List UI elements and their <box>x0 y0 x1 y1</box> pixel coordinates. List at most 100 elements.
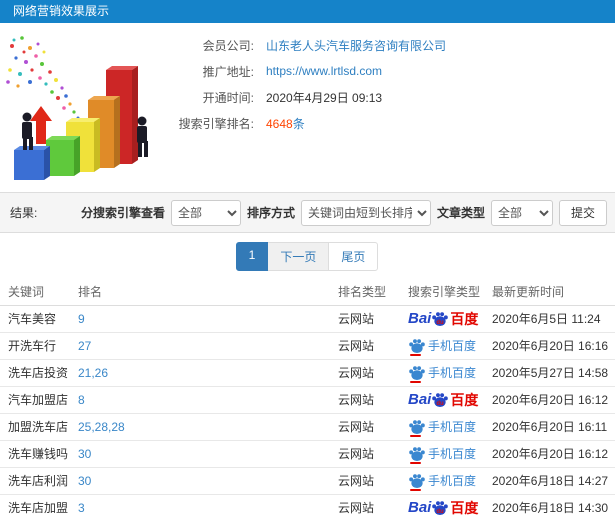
info-value: 山东老人头汽车服务咨询有限公司 <box>266 37 446 54</box>
paw-underline <box>410 435 421 437</box>
rank-type-cell: 云网站 <box>338 359 408 387</box>
bar-blue <box>14 146 50 180</box>
info-label: 搜索引擎排名: <box>178 116 254 131</box>
mobile-baidu-paw <box>408 472 425 491</box>
table-row: 洗车店利润 30 云网站 手机百度 2020年6月18日 14:27 <box>0 467 615 495</box>
mobile-baidu-label: 手机百度 <box>428 366 477 380</box>
updated-cell: 2020年5月27日 14:58 <box>492 359 615 387</box>
rank-count-unit-link[interactable]: 条 <box>293 117 305 131</box>
baidu-logo: Bai du 百度 <box>408 391 478 408</box>
keyword-cell: 洗车赚钱吗 <box>0 440 78 468</box>
baidu-logo-bai: Bai <box>408 310 432 327</box>
keyword-cell: 汽车加盟店 <box>0 386 78 414</box>
rank-cell: 8 <box>78 386 338 414</box>
info-row: 搜索引擎排名: 4648条 <box>170 110 615 136</box>
rank-type-cell: 云网站 <box>338 440 408 468</box>
table-header-row: 关键词 排名 排名类型 搜索引擎类型 最新更新时间 <box>0 279 615 306</box>
info-value: 2020年4月29日 09:13 <box>266 89 382 106</box>
rank-link[interactable]: 3 <box>78 501 85 515</box>
baidu-logo-cn: 百度 <box>450 499 479 516</box>
baidu-logo: Bai du 百度 <box>408 310 478 327</box>
baidu-logo-bai: Bai <box>408 391 432 408</box>
baidu-logo-bai: Bai <box>408 499 432 516</box>
sort-select[interactable]: 关键词由短到长排序 <box>300 199 431 226</box>
filter-controls: 分搜索引擎查看 全部 排序方式 关键词由短到长排序 文章类型 全部 提交 <box>80 199 607 226</box>
company-info-section: 会员公司: 山东老人头汽车服务咨询有限公司 推广地址: https://www.lrt… <box>0 23 615 192</box>
filter-bar: 结果: 分搜索引擎查看 全部 排序方式 关键词由短到长排序 文章类型 全部 提交 <box>0 192 615 233</box>
baidu-paw-icon <box>409 366 425 380</box>
article-filter-label: 文章类型 <box>436 206 485 220</box>
mobile-baidu-badge: 手机百度 <box>408 445 476 464</box>
marketing-chart-illustration <box>6 36 148 180</box>
table-row: 洗车店投资 21,26 云网站 手机百度 2020年5月27日 14:58 <box>0 359 615 387</box>
keyword-cell: 洗车店投资 <box>0 359 78 387</box>
col-keyword: 关键词 <box>0 279 78 306</box>
info-value: https://www.lrtlsd.com <box>266 64 382 78</box>
engine-cell: 手机百度 <box>408 467 492 495</box>
updated-cell: 2020年6月5日 11:24 <box>492 305 615 333</box>
table-row: 开洗车行 27 云网站 手机百度 2020年6月20日 16:16 <box>0 332 615 360</box>
baidu-logo-cn: 百度 <box>450 391 479 408</box>
svg-text:du: du <box>437 320 445 326</box>
rank-link[interactable]: 27 <box>78 339 91 353</box>
rank-cell: 30 <box>78 467 338 495</box>
info-value-link[interactable]: https://www.lrtlsd.com <box>266 64 382 78</box>
info-value-link[interactable]: 山东老人头汽车服务咨询有限公司 <box>266 39 446 53</box>
rank-type-cell: 云网站 <box>338 332 408 360</box>
rank-link[interactable]: 25,28,28 <box>78 420 125 434</box>
rank-link[interactable]: 8 <box>78 393 85 407</box>
mobile-baidu-badge: 手机百度 <box>408 364 477 383</box>
table-row: 洗车赚钱吗 30 云网站 手机百度 2020年6月20日 16:12 <box>0 440 615 468</box>
mobile-baidu-label: 手机百度 <box>428 420 477 434</box>
businessman-right <box>137 116 148 157</box>
mobile-baidu-badge: 手机百度 <box>408 418 477 437</box>
submit-button[interactable]: 提交 <box>558 199 607 226</box>
rank-type-cell: 云网站 <box>338 413 408 441</box>
rank-type-cell: 云网站 <box>338 494 408 520</box>
rank-type-cell: 云网站 <box>338 305 408 333</box>
svg-text:du: du <box>437 509 445 515</box>
page-1-button[interactable]: 1 <box>235 241 269 271</box>
paw-underline <box>410 462 421 464</box>
svg-text:du: du <box>437 401 445 407</box>
pagination-wrap: 1 下一页 尾页 <box>0 233 615 279</box>
info-list: 会员公司: 山东老人头汽车服务咨询有限公司 推广地址: https://www.lrt… <box>170 23 615 136</box>
rank-link[interactable]: 9 <box>78 312 85 326</box>
rank-link[interactable]: 30 <box>78 474 91 488</box>
baidu-paw-icon <box>409 339 425 353</box>
info-label: 推广地址: <box>202 64 254 79</box>
baidu-logo-cn: 百度 <box>450 310 479 327</box>
keyword-cell: 汽车美容 <box>0 305 78 333</box>
mobile-baidu-paw <box>408 445 425 464</box>
col-rank: 排名 <box>78 279 338 306</box>
table-row: 汽车加盟店 8 云网站 Bai du 百度 2020年6月20日 16:12 <box>0 386 615 414</box>
engine-cell: 手机百度 <box>408 440 492 468</box>
last-page-button[interactable]: 尾页 <box>328 241 379 271</box>
baidu-paw-icon: du <box>432 312 449 326</box>
info-row: 开通时间: 2020年4月29日 09:13 <box>170 84 615 110</box>
updated-cell: 2020年6月20日 16:16 <box>492 332 615 360</box>
mobile-baidu-label: 手机百度 <box>428 339 477 353</box>
table-row: 加盟洗车店 25,28,28 云网站 手机百度 2020年6月20日 16:11 <box>0 413 615 441</box>
rank-link[interactable]: 30 <box>78 447 91 461</box>
info-label: 会员公司: <box>202 38 254 53</box>
engine-filter-label: 分搜索引擎查看 <box>80 206 165 220</box>
baidu-paw-icon: du <box>432 501 449 515</box>
engine-cell: 手机百度 <box>408 359 492 387</box>
keyword-cell: 洗车店加盟 <box>0 494 78 520</box>
mobile-baidu-badge: 手机百度 <box>408 337 477 356</box>
page-title: 网络营销效果展示 <box>0 0 615 23</box>
mobile-baidu-label: 手机百度 <box>428 474 477 488</box>
engine-select[interactable]: 全部 <box>170 199 241 226</box>
pagination: 1 下一页 尾页 <box>235 241 379 271</box>
engine-cell: 手机百度 <box>408 332 492 360</box>
mobile-baidu-paw <box>408 337 425 356</box>
next-page-button[interactable]: 下一页 <box>267 241 330 271</box>
updated-cell: 2020年6月18日 14:27 <box>492 467 615 495</box>
info-label: 开通时间: <box>202 90 254 105</box>
info-value-text: 2020年4月29日 09:13 <box>266 90 383 105</box>
rank-link[interactable]: 21,26 <box>78 366 108 380</box>
article-type-select[interactable]: 全部 <box>490 199 553 226</box>
updated-cell: 2020年6月18日 14:30 <box>492 494 615 520</box>
paw-underline <box>410 489 421 491</box>
